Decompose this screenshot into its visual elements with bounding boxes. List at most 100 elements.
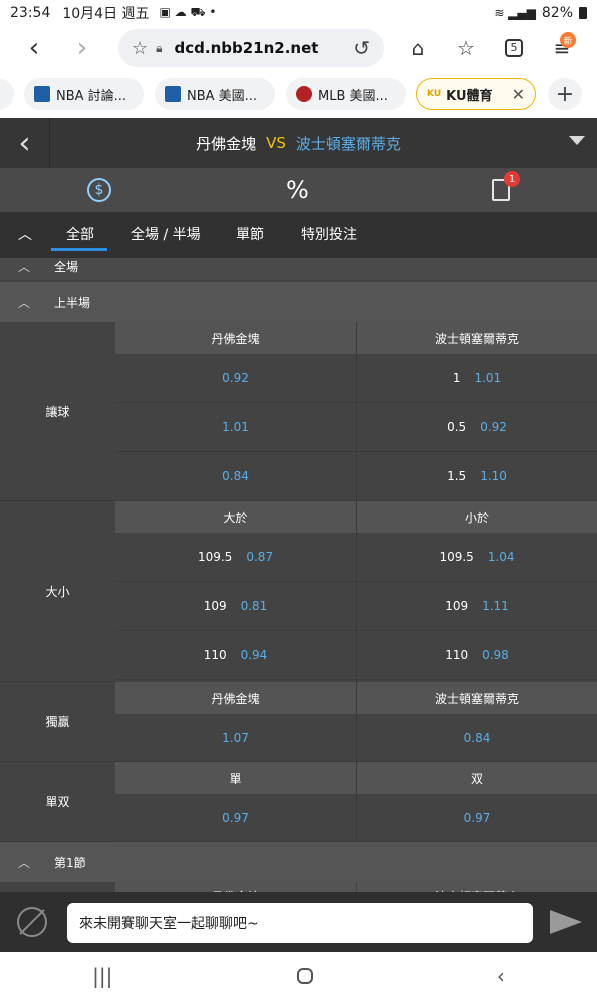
odds-value: 0.92	[222, 371, 249, 385]
col-head-away: 波士頓塞爾蒂克	[357, 882, 597, 892]
recent-apps-icon[interactable]: |||	[92, 964, 112, 988]
col-head-home: 丹佛金塊	[115, 682, 356, 714]
menu-icon[interactable]: ≡ 新	[542, 28, 582, 68]
tab-partial[interactable]	[0, 78, 14, 110]
section-title: 上半場	[54, 295, 91, 310]
url-text[interactable]: dcd.nbb21n2.net	[175, 39, 319, 57]
status-date: 10月4日 週五	[62, 6, 150, 22]
percent-icon[interactable]: %	[286, 176, 309, 204]
line-value: 0.5	[447, 420, 467, 434]
odds-cell[interactable]: 1 1.01	[357, 354, 597, 403]
odds-value: 1.10	[480, 469, 507, 483]
line-value: 110	[203, 648, 227, 662]
filter-full-half[interactable]: 全場 / 半場	[131, 224, 201, 244]
home-icon[interactable]: ⌂	[398, 28, 438, 68]
vs-label: VS	[266, 134, 286, 152]
column-divider	[356, 322, 357, 842]
chat-input[interactable]: 來未開賽聊天室一起聊聊吧~	[67, 903, 533, 943]
filter-all[interactable]: 全部	[66, 224, 94, 244]
odds-cell[interactable]: 0.97	[115, 794, 356, 842]
odds-cell[interactable]: 110 0.94	[115, 631, 356, 680]
odds-value: 0.97	[463, 810, 491, 825]
home-nav-icon[interactable]	[296, 968, 313, 984]
back-arrow-icon[interactable]: ‹	[14, 28, 54, 68]
battery-icon	[579, 7, 587, 19]
odds-value: 0.94	[240, 648, 268, 662]
back-nav-icon[interactable]: ‹	[497, 964, 505, 988]
col-head-over: 大於	[115, 501, 356, 533]
chat-input-placeholder: 來未開賽聊天室一起聊聊吧~	[79, 916, 259, 932]
odds-value: 0.98	[482, 648, 509, 662]
back-icon[interactable]: ‹	[0, 118, 50, 168]
forward-arrow-icon[interactable]: ›	[62, 28, 102, 68]
odds-value: 0.92	[480, 420, 507, 434]
new-tab-button[interactable]: +	[548, 78, 582, 110]
nba-site-icon	[34, 86, 50, 102]
tab-nba-us[interactable]: NBA 美國...	[155, 78, 275, 110]
odds-cell[interactable]: 109 1.11	[357, 582, 597, 631]
filter-quarter[interactable]: 單節	[236, 224, 264, 244]
odds-cell[interactable]: 0.92	[115, 354, 356, 403]
system-nav-bar: ||| ‹	[0, 952, 597, 1000]
dollar-icon[interactable]: $	[87, 178, 111, 202]
market-label-q1	[0, 882, 115, 892]
close-tab-icon[interactable]: ✕	[512, 85, 525, 104]
odds-cell[interactable]: 110 0.98	[357, 631, 597, 680]
bookmarks-icon[interactable]: ☆	[446, 28, 486, 68]
odds-value: 1.07	[222, 730, 249, 745]
col-head-home: 丹佛金塊	[115, 882, 356, 892]
lock-icon: 🔒︎	[156, 40, 163, 55]
chat-off-icon[interactable]	[17, 907, 47, 937]
star-icon[interactable]: ☆	[132, 38, 148, 59]
match-dropdown-icon[interactable]	[569, 136, 585, 145]
tab-nba-forum[interactable]: NBA 討論...	[24, 78, 144, 110]
tab-label: NBA 討論...	[56, 88, 127, 104]
odds-cell[interactable]: 1.01	[115, 403, 356, 452]
url-bar[interactable]: ☆ 🔒︎ dcd.nbb21n2.net ↺	[118, 29, 384, 67]
section-first-half[interactable]: ︿ 上半場	[0, 282, 597, 322]
send-icon[interactable]	[550, 910, 582, 934]
odds-cell[interactable]: 109.5 1.04	[357, 533, 597, 582]
line-value: 109	[445, 599, 469, 613]
odds-cell[interactable]: 109 0.81	[115, 582, 356, 631]
match-title[interactable]: 丹佛金塊 VS 波士頓塞爾蒂克	[0, 118, 597, 168]
odds-cell[interactable]: 1.07	[115, 714, 356, 762]
tab-mlb-us[interactable]: MLB 美國...	[286, 78, 406, 110]
market-label-total: 大小	[0, 501, 115, 682]
filter-tabs: ︿ 全部 全場 / 半場 單節 特別投注	[0, 212, 597, 258]
odds-value: 0.87	[246, 550, 274, 564]
section-title: 全場	[54, 259, 79, 274]
odds-cell[interactable]: 1.5 1.10	[357, 452, 597, 501]
tab-ku-sports[interactable]: KU KU體育 ✕	[416, 78, 536, 110]
reload-icon[interactable]: ↺	[353, 36, 370, 60]
filter-special[interactable]: 特別投注	[301, 224, 357, 244]
col-head-under: 小於	[357, 501, 597, 533]
line-value: 109	[203, 599, 227, 613]
line-value: 109.5	[439, 550, 474, 564]
filter-active-underline	[51, 248, 107, 251]
chat-bar: 來未開賽聊天室一起聊聊吧~	[0, 892, 597, 952]
line-value: 1	[452, 371, 461, 385]
battery-level: 82%	[541, 5, 573, 21]
collapse-all-icon[interactable]: ︿	[18, 224, 32, 244]
odds-value: 1.04	[487, 550, 515, 564]
market-label-handicap: 讓球	[0, 322, 115, 501]
collapse-icon: ︿	[18, 295, 31, 310]
tabs-icon[interactable]: 5	[494, 28, 534, 68]
tab-strip: NBA 討論... NBA 美國... MLB 美國... KU KU體育 ✕ …	[0, 70, 597, 118]
status-bar: 23:54 10月4日 週五 ▣ ☁ ⛟ • ≋ ▂▄▆ 82%	[0, 0, 597, 26]
odds-cell[interactable]: 0.5 0.92	[357, 403, 597, 452]
col-head-odd: 單	[115, 762, 356, 794]
odds-cell[interactable]: 0.84	[115, 452, 356, 501]
collapse-icon: ︿	[18, 259, 31, 274]
section-full-game[interactable]: ︿ 全場	[0, 258, 597, 280]
market-label-moneyline: 獨贏	[0, 682, 115, 762]
mlb-site-icon	[296, 86, 312, 102]
odds-cell[interactable]: 0.84	[357, 714, 597, 762]
menu-badge: 新	[560, 32, 576, 48]
odds-cell[interactable]: 109.5 0.87	[115, 533, 356, 582]
odds-cell[interactable]: 0.97	[357, 794, 597, 842]
line-value: 110	[445, 648, 469, 662]
line-value: 109.5	[197, 550, 233, 564]
section-q1[interactable]: ︿ 第1節	[0, 842, 597, 882]
